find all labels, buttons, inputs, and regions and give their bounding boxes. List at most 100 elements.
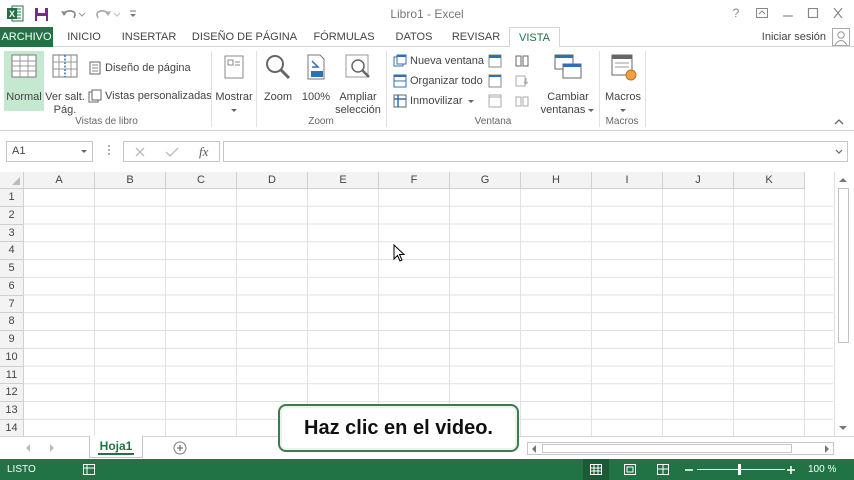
help-button[interactable]: ? (724, 4, 748, 22)
sheet-tab-hoja1[interactable]: Hoja1 (89, 436, 143, 458)
column-header-a[interactable]: A (24, 172, 95, 189)
ribbon-display-options-button[interactable] (750, 4, 774, 22)
sign-in-link[interactable]: Iniciar sesión (762, 27, 826, 47)
name-box[interactable]: A1 (6, 141, 93, 162)
row-header-11[interactable]: 11 (0, 366, 24, 385)
row-header-13[interactable]: 13 (0, 402, 24, 420)
cancel-icon[interactable] (134, 146, 146, 158)
zoom-slider-track[interactable] (697, 469, 785, 470)
tab-diseno-de-pagina[interactable]: DISEÑO DE PÁGINA (191, 27, 298, 47)
arrange-all-label: Organizar todo (410, 75, 483, 87)
row-header-9[interactable]: 9 (0, 331, 24, 349)
column-header-d[interactable]: D (237, 172, 308, 189)
normal-view-status-button[interactable] (583, 459, 609, 480)
cell-gridlines[interactable] (24, 189, 833, 436)
unhide-button[interactable] (488, 92, 505, 110)
row-header-14[interactable]: 14 (0, 419, 24, 436)
column-header-h[interactable]: H (521, 172, 592, 189)
custom-views-label: Vistas personalizadas (105, 90, 212, 102)
row-header-2[interactable]: 2 (0, 206, 24, 225)
separator (256, 51, 257, 127)
horizontal-scrollbar[interactable] (527, 442, 834, 455)
switch-windows-button[interactable]: Cambiar ventanas (540, 53, 596, 117)
tab-insertar[interactable]: INSERTAR (117, 27, 181, 47)
row-header-10[interactable]: 10 (0, 348, 24, 367)
custom-views-button[interactable]: Vistas personalizadas (88, 87, 212, 105)
tab-datos[interactable]: DATOS (389, 27, 439, 47)
scroll-down-icon[interactable] (838, 424, 848, 432)
page-break-status-icon[interactable] (657, 464, 669, 475)
row-header-8[interactable]: 8 (0, 313, 24, 331)
scroll-sheets-right-icon[interactable] (48, 443, 56, 453)
view-side-by-side-button[interactable] (515, 52, 532, 70)
macro-recording-icon[interactable] (83, 464, 95, 475)
zoom-to-selection-button[interactable]: Ampliar selección (334, 53, 382, 117)
sync-scroll-icon (515, 75, 529, 87)
macros-button[interactable]: Macros (602, 53, 644, 117)
column-header-b[interactable]: B (95, 172, 166, 189)
zoom-100-button[interactable]: 100% (298, 53, 334, 104)
avatar[interactable] (832, 28, 850, 46)
horizontal-scroll-thumb[interactable] (542, 444, 792, 453)
tab-vista[interactable]: VISTA (509, 27, 560, 48)
scroll-left-icon[interactable] (531, 445, 537, 453)
page-break-preview-button[interactable]: Ver salt. Pág. (45, 53, 85, 117)
column-header-j[interactable]: J (663, 172, 734, 189)
scroll-sheets-left-icon[interactable] (24, 443, 32, 453)
column-header-f[interactable]: F (379, 172, 450, 189)
row-header-12[interactable]: 12 (0, 384, 24, 402)
freeze-panes-label: Inmovilizar (410, 95, 463, 107)
tab-inicio[interactable]: INICIO (60, 27, 108, 47)
scroll-up-icon[interactable] (838, 176, 848, 184)
new-sheet-icon[interactable] (173, 441, 187, 455)
show-button[interactable]: Mostrar (214, 53, 254, 117)
show-label: Mostrar (215, 91, 253, 103)
new-window-button[interactable]: Nueva ventana (393, 52, 484, 70)
vertical-scroll-thumb[interactable] (838, 188, 849, 343)
column-header-k[interactable]: K (734, 172, 805, 189)
arrange-all-button[interactable]: Organizar todo (393, 72, 483, 90)
maximize-button[interactable] (801, 4, 825, 22)
zoom-level[interactable]: 100 % (808, 464, 836, 475)
minimize-button[interactable] (776, 4, 800, 22)
tab-formulas[interactable]: FÓRMULAS (309, 27, 379, 47)
page-layout-button[interactable]: Diseño de página (88, 59, 191, 77)
vertical-ellipsis-icon (108, 145, 110, 155)
zoom-in-icon[interactable] (786, 465, 796, 475)
row-header-1[interactable]: 1 (0, 189, 24, 207)
row-header-7[interactable]: 7 (0, 295, 24, 314)
group-label-ventana: Ventana (474, 116, 512, 127)
formula-input[interactable] (223, 141, 848, 162)
zoom-out-icon[interactable] (684, 465, 694, 475)
tab-archivo[interactable]: ARCHIVO (0, 27, 53, 47)
formula-bar-handle[interactable] (107, 144, 111, 159)
column-header-e[interactable]: E (308, 172, 379, 189)
hide-button[interactable] (488, 72, 505, 90)
tab-revisar[interactable]: REVISAR (448, 27, 504, 47)
row-header-4[interactable]: 4 (0, 242, 24, 260)
page-layout-status-icon[interactable] (624, 464, 636, 475)
row-header-6[interactable]: 6 (0, 277, 24, 296)
reset-window-position-button[interactable] (515, 92, 532, 110)
zoom-slider-thumb[interactable] (738, 464, 741, 475)
row-header-3[interactable]: 3 (0, 224, 24, 243)
vertical-scrollbar[interactable] (834, 172, 850, 436)
scroll-right-icon[interactable] (824, 445, 830, 453)
select-all-button[interactable] (0, 172, 24, 189)
freeze-panes-button[interactable]: Inmovilizar (393, 92, 475, 110)
column-header-g[interactable]: G (450, 172, 521, 189)
normal-view-button[interactable]: Normal (4, 53, 44, 104)
column-header-i[interactable]: I (592, 172, 663, 189)
close-button[interactable] (826, 4, 850, 22)
synchronous-scrolling-button[interactable] (515, 72, 532, 90)
insert-function-button[interactable]: fx (199, 144, 208, 160)
row-header-5[interactable]: 5 (0, 260, 24, 278)
split-button[interactable] (488, 52, 505, 70)
video-callout[interactable]: Haz clic en el video. (278, 404, 519, 452)
zoom-button[interactable]: Zoom (260, 53, 296, 104)
enter-check-icon[interactable] (165, 146, 179, 158)
formula-buttons: fx (123, 141, 220, 162)
column-header-c[interactable]: C (166, 172, 237, 189)
worksheet-grid[interactable]: ABCDEFGHIJK 1 2 3 4 5 6 7 8 9 10 11 12 13 14 (0, 172, 833, 436)
collapse-ribbon-button[interactable] (834, 117, 844, 129)
